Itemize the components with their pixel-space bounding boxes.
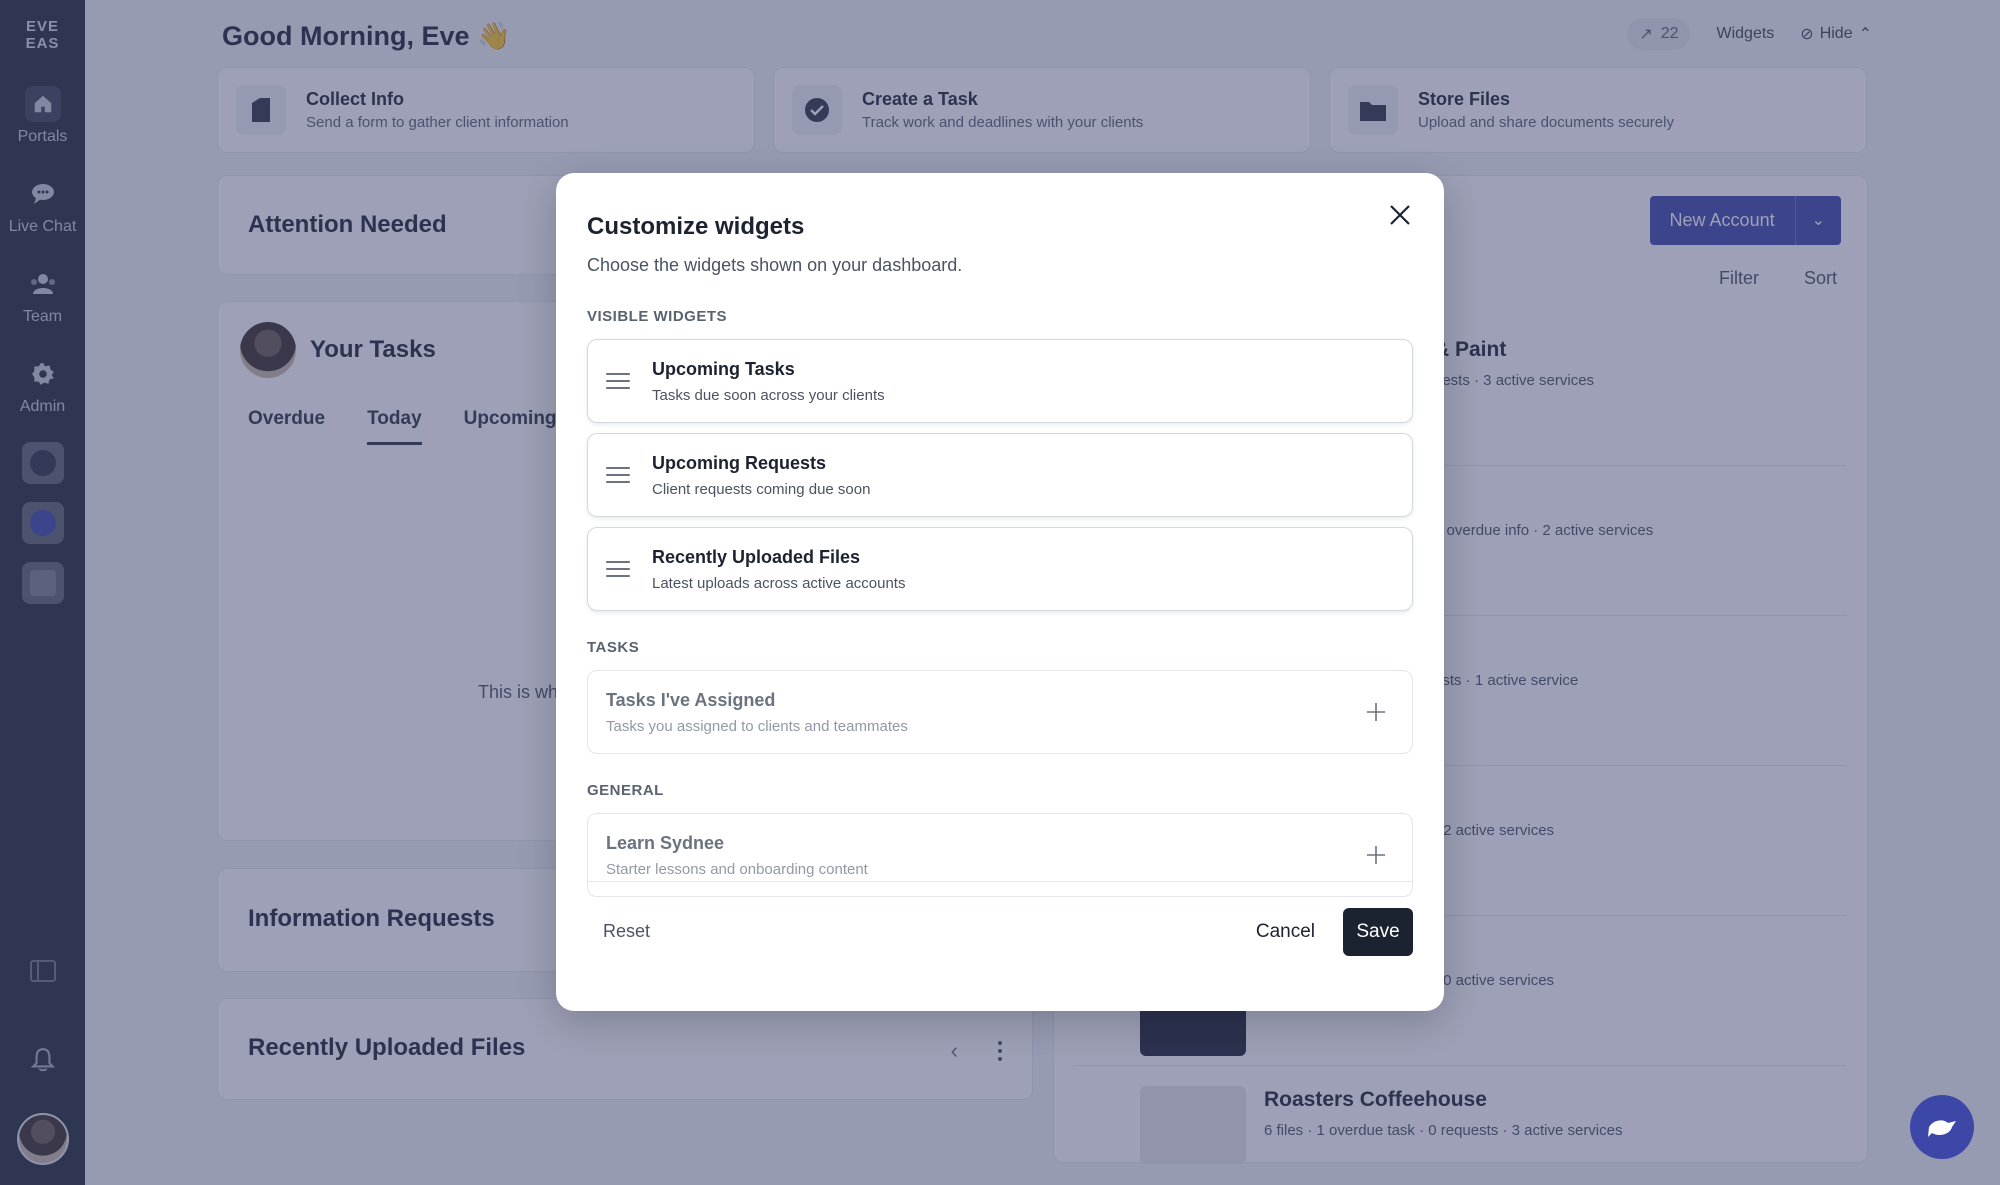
add-widget-icon[interactable] (1358, 837, 1394, 873)
widget-title: Learn Sydnee (606, 832, 725, 853)
drag-handle-icon[interactable] (606, 561, 630, 577)
bird-icon (1928, 1120, 1956, 1137)
add-widget-icon[interactable] (1358, 694, 1394, 730)
save-button[interactable]: Save (1343, 907, 1413, 956)
widget-tasks-assigned[interactable]: Tasks I've Assigned Tasks you assigned to… (587, 670, 1413, 754)
cancel-button[interactable]: Cancel (1240, 911, 1331, 953)
widget-title: Recently Uploaded Files (652, 546, 861, 567)
drag-handle-icon[interactable] (606, 467, 630, 483)
section-label-tasks: Tasks (587, 639, 640, 656)
widget-upcoming-requests[interactable]: Upcoming Requests Client requests coming … (587, 433, 1413, 517)
widget-recently-uploaded-files[interactable]: Recently Uploaded Files Latest uploads ac… (587, 527, 1413, 611)
section-label-visible: Visible Widgets (587, 308, 728, 325)
modal-title: Customize widgets (587, 213, 805, 240)
widget-upcoming-tasks[interactable]: Upcoming Tasks Tasks due soon across your… (587, 339, 1413, 423)
section-label-general: General (587, 782, 664, 799)
close-icon[interactable] (1382, 197, 1418, 233)
widget-subtitle: Client requests coming due soon (652, 480, 871, 498)
assistant-fab[interactable] (1910, 1095, 1974, 1159)
customize-widgets-modal: Customize widgets Choose the widgets sho… (556, 173, 1444, 1011)
modal-subtitle: Choose the widgets shown on your dashboa… (587, 255, 963, 275)
widget-title: Upcoming Tasks (652, 358, 795, 379)
widget-subtitle: Tasks you assigned to clients and teamma… (606, 717, 908, 735)
widget-subtitle: Latest uploads across active accounts (652, 574, 906, 592)
widget-title: Upcoming Requests (652, 452, 827, 473)
widget-title: Tasks I've Assigned (606, 689, 776, 710)
modal-footer: Reset Cancel Save (587, 881, 1413, 981)
reset-button[interactable]: Reset (587, 911, 666, 952)
widget-subtitle: Starter lessons and onboarding content (606, 860, 868, 878)
widget-subtitle: Tasks due soon across your clients (652, 386, 885, 404)
drag-handle-icon[interactable] (606, 373, 630, 389)
